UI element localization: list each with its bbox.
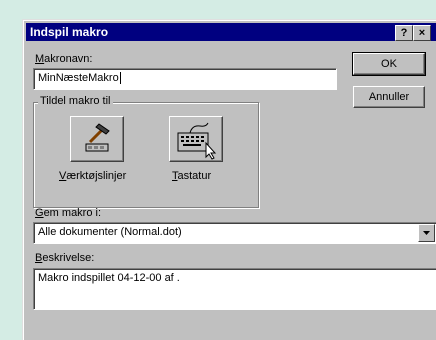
close-button[interactable]: ×	[413, 25, 431, 41]
record-macro-dialog: Indspil makro ? × Makronavn: MinNæsteMak…	[22, 19, 436, 340]
description-value: Makro indspillet 04-12-00 af .	[38, 272, 180, 284]
keyboard-label: Tastatur	[172, 170, 212, 182]
macro-name-value: MinNæsteMakro	[38, 72, 119, 84]
text-caret	[119, 72, 121, 85]
assign-macro-group	[33, 102, 259, 208]
store-macro-select[interactable]: Alle dokumenter (Normal.dot)	[33, 222, 436, 244]
ok-button[interactable]: OK	[352, 52, 426, 76]
description-label: Beskrivelse:	[35, 252, 95, 264]
toolbars-button[interactable]	[70, 116, 124, 162]
hammer-toolbar-icon	[85, 123, 110, 152]
dropdown-arrow-button[interactable]	[418, 224, 435, 242]
description-textarea[interactable]: Makro indspillet 04-12-00 af .	[33, 268, 436, 310]
title-bar[interactable]: Indspil makro ? ×	[26, 23, 436, 41]
dialog-title: Indspil makro	[30, 25, 109, 39]
keyboard-button[interactable]	[169, 116, 223, 162]
assign-group-label: Tildel makro til	[38, 95, 113, 107]
chevron-down-icon	[423, 231, 430, 235]
help-button[interactable]: ?	[395, 25, 413, 41]
macro-name-input[interactable]: MinNæsteMakro	[33, 68, 337, 90]
store-macro-label: Gem makro i:	[35, 207, 102, 219]
cancel-button[interactable]: Annuller	[353, 86, 425, 108]
toolbars-label: Værktøjslinjer	[59, 170, 127, 182]
macro-name-label: Makronavn:	[35, 53, 93, 65]
keyboard-icon	[177, 122, 217, 160]
store-macro-value: Alle dokumenter (Normal.dot)	[38, 226, 182, 238]
